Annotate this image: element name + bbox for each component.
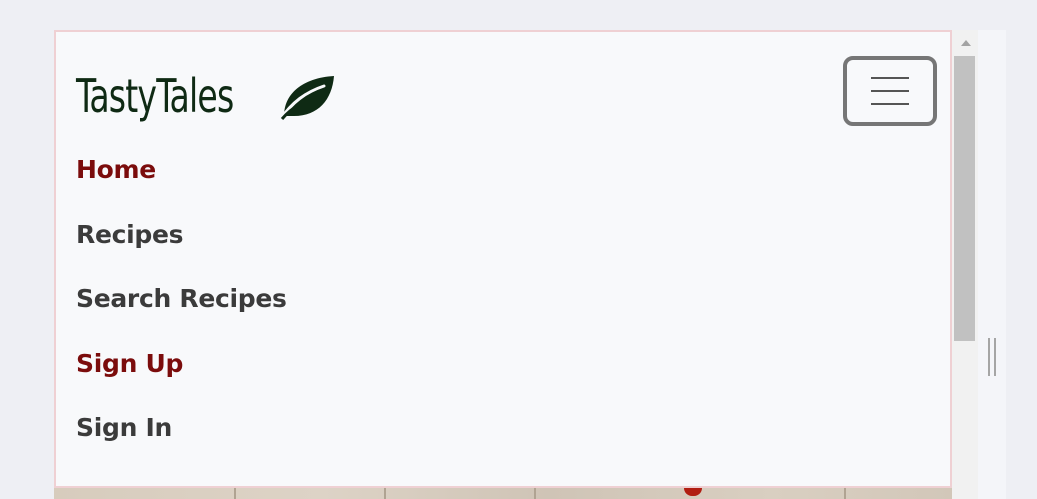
nav-link-recipes[interactable]: Recipes bbox=[76, 219, 287, 284]
hamburger-icon-line bbox=[871, 77, 909, 79]
nav-link-sign-in[interactable]: Sign In bbox=[76, 412, 287, 477]
scroll-up-arrow-icon[interactable] bbox=[961, 40, 971, 46]
brand-name: TastyTales bbox=[76, 69, 234, 123]
nav-link-home[interactable]: Home bbox=[76, 154, 287, 219]
resize-panel bbox=[978, 30, 1006, 499]
navbar: TastyTales Home Recipes Search Recipes S… bbox=[54, 30, 952, 488]
nav-item-home: Home bbox=[76, 154, 287, 219]
nav-item-sign-in: Sign In bbox=[76, 412, 287, 477]
nav-item-recipes: Recipes bbox=[76, 219, 287, 284]
hero-image bbox=[54, 488, 952, 499]
resize-handle-icon[interactable] bbox=[988, 338, 996, 376]
nav-item-sign-up: Sign Up bbox=[76, 348, 287, 413]
nav-link-sign-up[interactable]: Sign Up bbox=[76, 348, 287, 413]
nav-link-search-recipes[interactable]: Search Recipes bbox=[76, 283, 287, 348]
leaf-icon bbox=[278, 76, 334, 122]
hero-image-detail bbox=[684, 488, 702, 496]
navbar-toggler-button[interactable] bbox=[843, 56, 937, 126]
nav-item-search-recipes: Search Recipes bbox=[76, 283, 287, 348]
hamburger-icon-line bbox=[871, 90, 909, 92]
device-preview: TastyTales Home Recipes Search Recipes S… bbox=[54, 30, 978, 499]
nav-menu: Home Recipes Search Recipes Sign Up Sign… bbox=[76, 154, 287, 477]
brand-logo[interactable]: TastyTales bbox=[76, 66, 336, 126]
vertical-scrollbar[interactable] bbox=[952, 30, 978, 499]
hamburger-icon-line bbox=[871, 103, 909, 105]
scrollbar-thumb[interactable] bbox=[954, 56, 975, 341]
